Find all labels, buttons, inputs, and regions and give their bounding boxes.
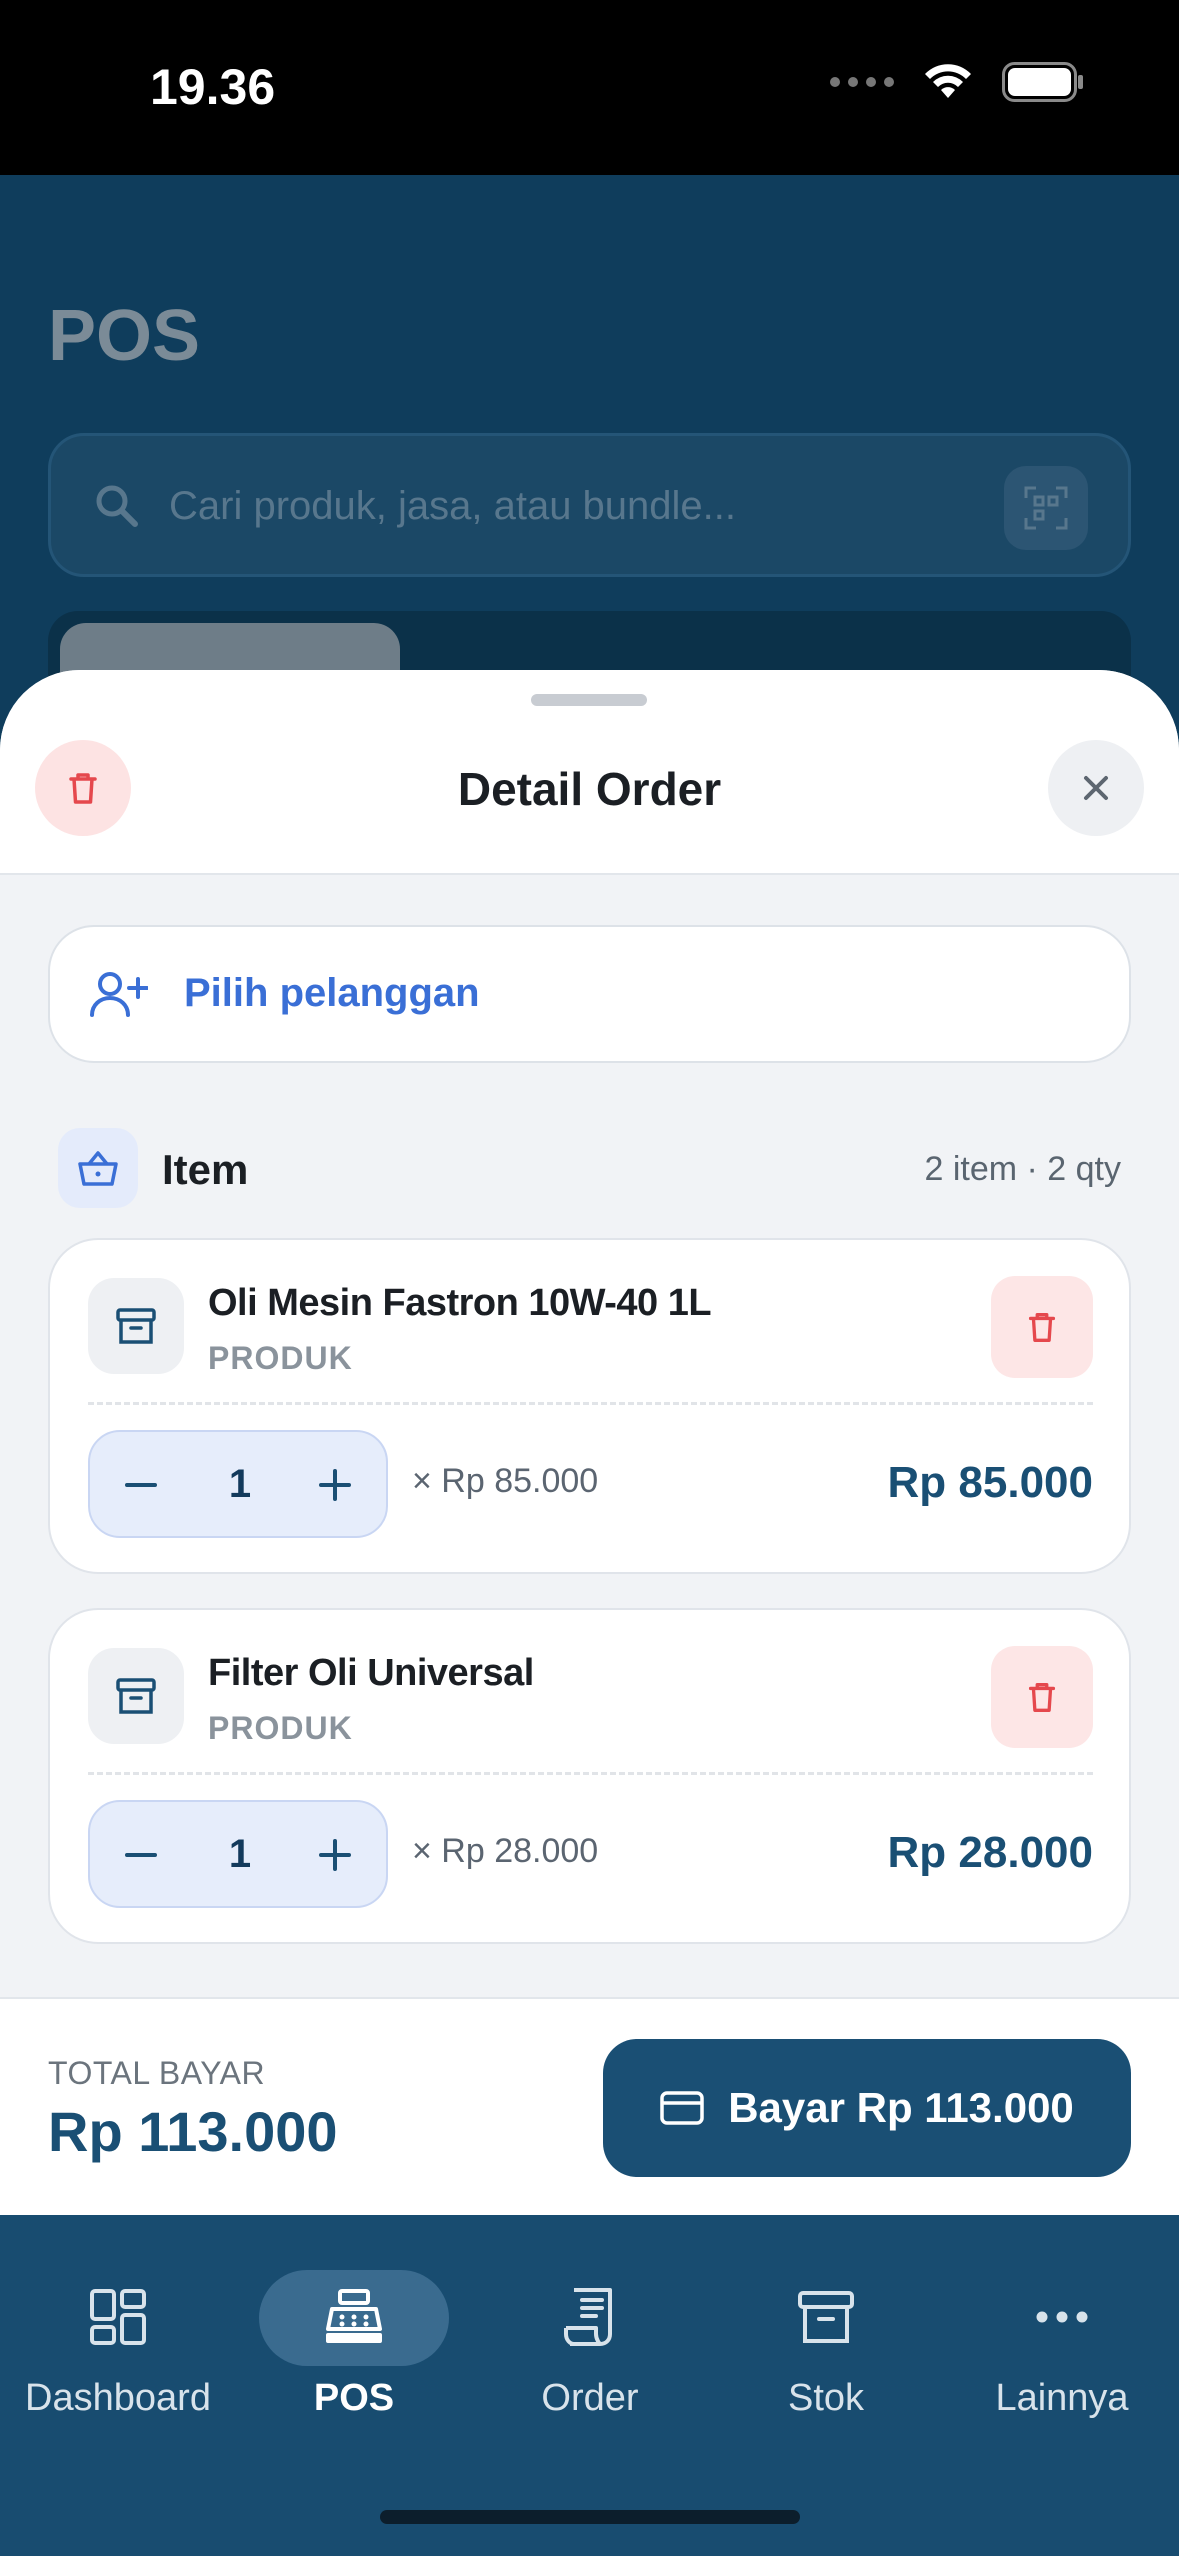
close-button[interactable] — [1048, 740, 1144, 836]
plus-icon — [319, 1839, 351, 1871]
status-time: 19.36 — [150, 59, 276, 115]
nav-item-lainnya[interactable]: Lainnya — [944, 2255, 1179, 2425]
minus-icon — [125, 1853, 157, 1857]
nav-item-pos[interactable]: POS — [236, 2255, 472, 2425]
unit-price: × Rp 28.000 — [412, 1832, 599, 1870]
product-icon-box — [88, 1648, 184, 1744]
remove-item-button[interactable] — [991, 1276, 1093, 1378]
sheet-grabber[interactable] — [531, 694, 647, 706]
product-icon-box — [88, 1278, 184, 1374]
quantity-value: 1 — [228, 1832, 252, 1876]
sheet-header: Detail Order — [0, 670, 1179, 875]
qr-scan-icon — [1024, 486, 1068, 530]
quantity-stepper: 1 — [88, 1800, 388, 1908]
items-label: Item — [162, 1146, 249, 1193]
select-customer-label: Pilih pelanggan — [184, 971, 480, 1015]
nav-label-dashboard: Dashboard — [25, 2377, 211, 2419]
minus-icon — [125, 1483, 157, 1487]
item-type: PRODUK — [208, 1340, 353, 1376]
nav-item-stok[interactable]: Stok — [708, 2255, 944, 2425]
nav-label-pos: POS — [313, 2377, 395, 2419]
decrease-qty-button[interactable] — [106, 1820, 176, 1890]
increase-qty-button[interactable] — [300, 1450, 370, 1520]
select-customer-button[interactable]: Pilih pelanggan — [48, 925, 1131, 1063]
item-type: PRODUK — [208, 1710, 353, 1746]
increase-qty-button[interactable] — [300, 1820, 370, 1890]
receipt-icon — [564, 2288, 612, 2346]
search-placeholder: Cari produk, jasa, atau bundle... — [169, 484, 737, 528]
home-indicator[interactable] — [380, 2510, 800, 2524]
line-total: Rp 85.000 — [887, 1458, 1093, 1507]
status-bar: 19.36 — [0, 0, 1179, 175]
dashboard-icon — [90, 2289, 146, 2345]
archive-icon — [116, 1678, 156, 1714]
nav-item-order[interactable]: Order — [472, 2255, 708, 2425]
items-header: Item 2 item · 2 qty — [58, 1128, 1121, 1208]
unit-price: × Rp 85.000 — [412, 1462, 599, 1500]
order-item-card: Oli Mesin Fastron 10W-40 1L PRODUK 1 × R… — [48, 1238, 1131, 1574]
plus-icon — [319, 1469, 351, 1501]
basket-icon-box — [58, 1128, 138, 1208]
trash-icon — [1028, 1682, 1056, 1712]
order-detail-sheet: Detail Order Pilih pelanggan Item 2 item… — [0, 670, 1179, 2215]
item-divider — [88, 1772, 1093, 1775]
item-name: Filter Oli Universal — [208, 1652, 534, 1694]
nav-label-order: Order — [541, 2377, 639, 2419]
decrease-qty-button[interactable] — [106, 1450, 176, 1520]
payment-footer: TOTAL BAYAR Rp 113.000 Bayar Rp 113.000 — [0, 1997, 1179, 2215]
basket-icon — [78, 1151, 118, 1186]
page-title: POS — [48, 296, 201, 376]
items-count: 2 item · 2 qty — [924, 1150, 1121, 1188]
quantity-stepper: 1 — [88, 1430, 388, 1538]
item-name: Oli Mesin Fastron 10W-40 1L — [208, 1282, 712, 1324]
signal-icon — [830, 77, 894, 87]
pay-button-label: Bayar Rp 113.000 — [728, 2084, 1074, 2131]
scan-button[interactable] — [1004, 466, 1088, 550]
status-icons — [830, 62, 1084, 102]
archive-icon — [798, 2291, 854, 2343]
add-user-icon — [90, 972, 148, 1017]
search-input[interactable]: Cari produk, jasa, atau bundle... — [48, 433, 1131, 577]
archive-icon — [116, 1308, 156, 1344]
sheet-title: Detail Order — [457, 763, 722, 815]
nav-label-stok: Stok — [787, 2377, 865, 2419]
cash-register-icon — [326, 2289, 382, 2343]
trash-icon — [1028, 1312, 1056, 1342]
item-divider — [88, 1402, 1093, 1405]
quantity-value: 1 — [228, 1462, 252, 1506]
order-item-card: Filter Oli Universal PRODUK 1 × Rp 28.00… — [48, 1608, 1131, 1944]
credit-card-icon — [660, 2091, 704, 2125]
bottom-nav: Dashboard POS Order Stok Lainnya — [0, 2215, 1179, 2556]
battery-icon — [1002, 62, 1083, 102]
nav-label-lainnya: Lainnya — [995, 2377, 1129, 2419]
more-icon — [1036, 2311, 1088, 2323]
nav-item-dashboard[interactable]: Dashboard — [0, 2255, 236, 2425]
remove-item-button[interactable] — [991, 1646, 1093, 1748]
wifi-icon — [925, 64, 971, 98]
close-icon — [1084, 776, 1108, 800]
line-total: Rp 28.000 — [887, 1828, 1093, 1877]
total-value: Rp 113.000 — [48, 2100, 338, 2163]
total-label: TOTAL BAYAR — [48, 2055, 266, 2091]
search-icon — [96, 485, 138, 527]
pay-button[interactable]: Bayar Rp 113.000 — [603, 2039, 1131, 2177]
